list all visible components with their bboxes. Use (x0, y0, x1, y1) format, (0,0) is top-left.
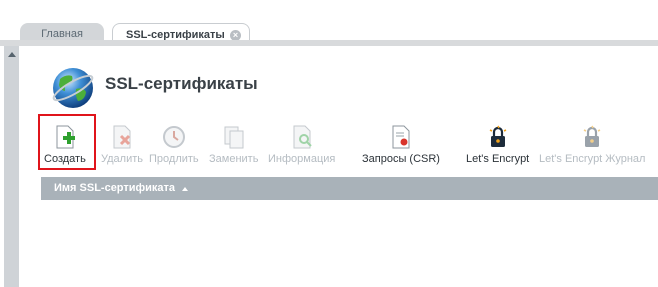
info-button[interactable]: Информация (268, 124, 335, 165)
certificate-delete-icon (113, 125, 131, 149)
certificate-request-icon (392, 125, 410, 149)
create-label: Создать (44, 153, 86, 165)
replace-button[interactable]: Заменить (209, 124, 258, 165)
tab-home-label: Главная (41, 28, 83, 40)
lock-journal-icon (583, 125, 601, 147)
tab-strip-band (0, 40, 658, 46)
collapse-arrow-icon[interactable] (8, 52, 16, 57)
documents-icon (224, 126, 244, 149)
certificate-add-icon (56, 125, 75, 149)
sort-ascending-icon[interactable] (182, 187, 188, 191)
info-label: Информация (268, 153, 336, 165)
page-title: SSL-сертификаты (105, 74, 258, 93)
renew-label: Продлить (149, 153, 199, 165)
csr-label: Запросы (CSR) (362, 153, 440, 165)
grid-header: Имя SSL-сертификата (41, 177, 658, 200)
document-search-icon (293, 125, 312, 149)
letsencrypt-label: Let's Encrypt (466, 153, 530, 165)
replace-label: Заменить (209, 153, 259, 165)
globe-icon (52, 68, 94, 108)
csr-button[interactable]: Запросы (CSR) (362, 124, 440, 165)
delete-button[interactable]: Удалить (101, 124, 143, 165)
renew-button[interactable]: Продлить (149, 124, 199, 165)
delete-label: Удалить (101, 153, 143, 165)
letsencrypt-journal-button[interactable]: Let's Encrypt Журнал (539, 124, 645, 165)
left-collapse-rail[interactable] (4, 46, 19, 287)
clock-icon (162, 126, 185, 148)
letsencrypt-button[interactable]: Let's Encrypt (466, 124, 529, 165)
column-header-cert-name[interactable]: Имя SSL-сертификата (54, 182, 175, 194)
create-button[interactable]: Создать (44, 124, 86, 165)
lock-icon (489, 125, 506, 147)
letsencrypt-journal-label: Let's Encrypt Журнал (539, 153, 646, 165)
tab-strip: Главная SSL-сертификаты × (0, 0, 658, 46)
